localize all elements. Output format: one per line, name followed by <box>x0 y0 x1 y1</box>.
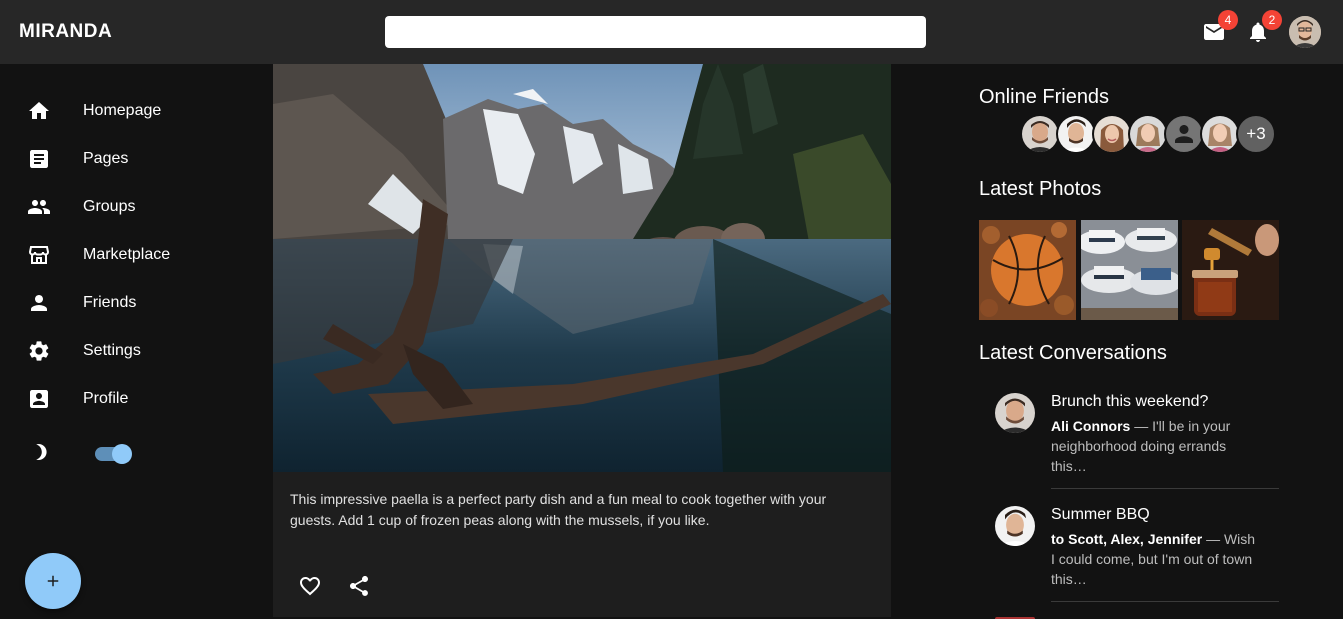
conversation-avatar-image <box>995 506 1035 546</box>
heart-icon <box>300 577 320 596</box>
article-icon <box>30 150 48 168</box>
online-friends-title: Online Friends <box>979 86 1110 108</box>
sidebar-item-label: Profile <box>83 390 129 407</box>
like-button[interactable] <box>290 566 330 606</box>
post-caption: This impressive paella is a perfect part… <box>290 491 827 528</box>
latest-conversations-title: Latest Conversations <box>979 342 1167 364</box>
sidebar-item-friends[interactable]: Friends <box>0 279 255 327</box>
conversation-title: Brunch this weekend? <box>1051 393 1209 410</box>
post-card: This impressive paella is a perfect part… <box>273 64 891 617</box>
friend-avatar-placeholder[interactable] <box>1164 114 1204 154</box>
honey-jar-image <box>1182 220 1279 320</box>
groups-icon <box>28 200 50 214</box>
friend-avatar-image <box>1022 116 1058 152</box>
basketball-image <box>979 220 1076 320</box>
home-icon <box>29 102 49 119</box>
account-box-icon <box>30 390 48 408</box>
sidebar-item-settings[interactable]: Settings <box>0 327 255 375</box>
sidebar-item-label: Homepage <box>83 102 162 119</box>
conversation-divider <box>1051 601 1279 602</box>
sidebar-item-label: Groups <box>83 198 136 215</box>
sidebar-item-label: Pages <box>83 150 129 167</box>
latest-photos-grid <box>979 220 1279 320</box>
more-friends-count[interactable]: +3 <box>1236 114 1276 154</box>
mail-badge: 4 <box>1218 10 1238 30</box>
conversation-avatar <box>995 393 1035 433</box>
basketball-photo[interactable] <box>979 220 1076 320</box>
person-icon <box>31 295 47 311</box>
dark-mode-toggle[interactable] <box>95 444 133 464</box>
toggle-thumb <box>112 444 132 464</box>
user-avatar[interactable] <box>1289 16 1321 48</box>
conversation-item[interactable]: Summer BBQ to Scott, Alex, Jennifer — Wi… <box>979 506 1343 619</box>
conversation-avatar <box>995 506 1035 546</box>
sidebar-item-groups[interactable]: Groups <box>0 183 255 231</box>
gear-icon <box>29 341 49 361</box>
sidebar-item-marketplace[interactable]: Marketplace <box>0 231 255 279</box>
share-button[interactable] <box>339 566 379 606</box>
friend-avatar[interactable] <box>1200 114 1240 154</box>
conversation-sender: Ali Connors <box>1051 418 1131 434</box>
hats-photo[interactable] <box>1081 220 1178 320</box>
conversation-preview: Ali Connors — I'll be in your neighborho… <box>1051 416 1261 476</box>
share-icon <box>350 576 368 596</box>
mail-button[interactable]: 4 <box>1202 10 1238 44</box>
conversation-title: Summer BBQ <box>1051 506 1150 523</box>
sidebar-item-label: Settings <box>83 342 141 359</box>
search-input[interactable] <box>385 16 926 48</box>
sidebar-item-homepage[interactable]: Homepage <box>0 87 255 135</box>
friend-avatar[interactable] <box>1056 114 1096 154</box>
friend-avatar-image <box>1202 116 1238 152</box>
friend-avatar[interactable] <box>1020 114 1060 154</box>
conversation-avatar-image <box>995 393 1035 433</box>
plus-icon <box>47 575 59 587</box>
friend-avatar-image <box>1094 116 1130 152</box>
sidebar: Homepage Pages Groups Marketplace Friend… <box>0 64 255 619</box>
sidebar-item-pages[interactable]: Pages <box>0 135 255 183</box>
honey-jar-photo[interactable] <box>1182 220 1279 320</box>
mountain-lake-photo[interactable] <box>273 64 891 472</box>
avatar-face-icon <box>1289 16 1321 48</box>
conversation-item[interactable]: Brunch this weekend? Ali Connors — I'll … <box>979 393 1343 506</box>
sidebar-item-label: Friends <box>83 294 137 311</box>
app-title: MIRANDA <box>19 21 113 42</box>
online-friends-avatars: +3 <box>1020 114 1280 154</box>
notifications-badge: 2 <box>1262 10 1282 30</box>
add-fab-button[interactable] <box>25 553 81 609</box>
friend-avatar-image <box>1130 116 1166 152</box>
conversation-divider <box>1051 488 1279 489</box>
conversation-preview: to Scott, Alex, Jennifer — Wish I could … <box>1051 529 1261 589</box>
moon-icon <box>36 444 47 460</box>
storefront-icon <box>28 246 50 264</box>
person-icon <box>1175 125 1193 143</box>
latest-photos-title: Latest Photos <box>979 178 1102 200</box>
friend-avatar[interactable] <box>1092 114 1132 154</box>
hats-image <box>1081 220 1178 320</box>
app-bar: MIRANDA 4 2 <box>0 0 1343 64</box>
conversation-sender: to Scott, Alex, Jennifer <box>1051 531 1203 547</box>
sidebar-item-label: Marketplace <box>83 246 171 263</box>
friend-avatar-image <box>1058 116 1094 152</box>
sidebar-item-profile[interactable]: Profile <box>0 375 255 423</box>
friend-avatar[interactable] <box>1128 114 1168 154</box>
notifications-button[interactable]: 2 <box>1246 10 1282 44</box>
mountain-lake-image <box>273 64 891 472</box>
